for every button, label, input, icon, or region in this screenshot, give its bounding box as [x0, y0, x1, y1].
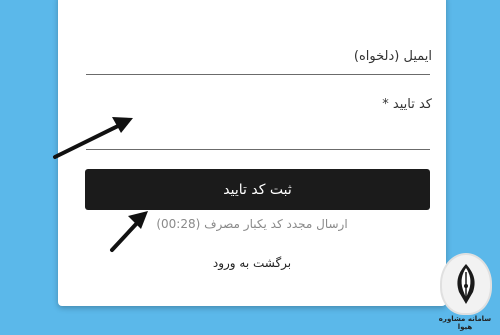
arrow-to-submit-button-icon: [110, 211, 148, 252]
arrow-to-code-field-icon: [53, 117, 133, 159]
annotation-arrows: [53, 117, 148, 252]
pen-nib-logo-icon: [440, 253, 492, 315]
brand-watermark: سامانه مشاوره هیوا: [432, 253, 498, 333]
watermark-brand-text: سامانه مشاوره هیوا: [438, 315, 492, 331]
